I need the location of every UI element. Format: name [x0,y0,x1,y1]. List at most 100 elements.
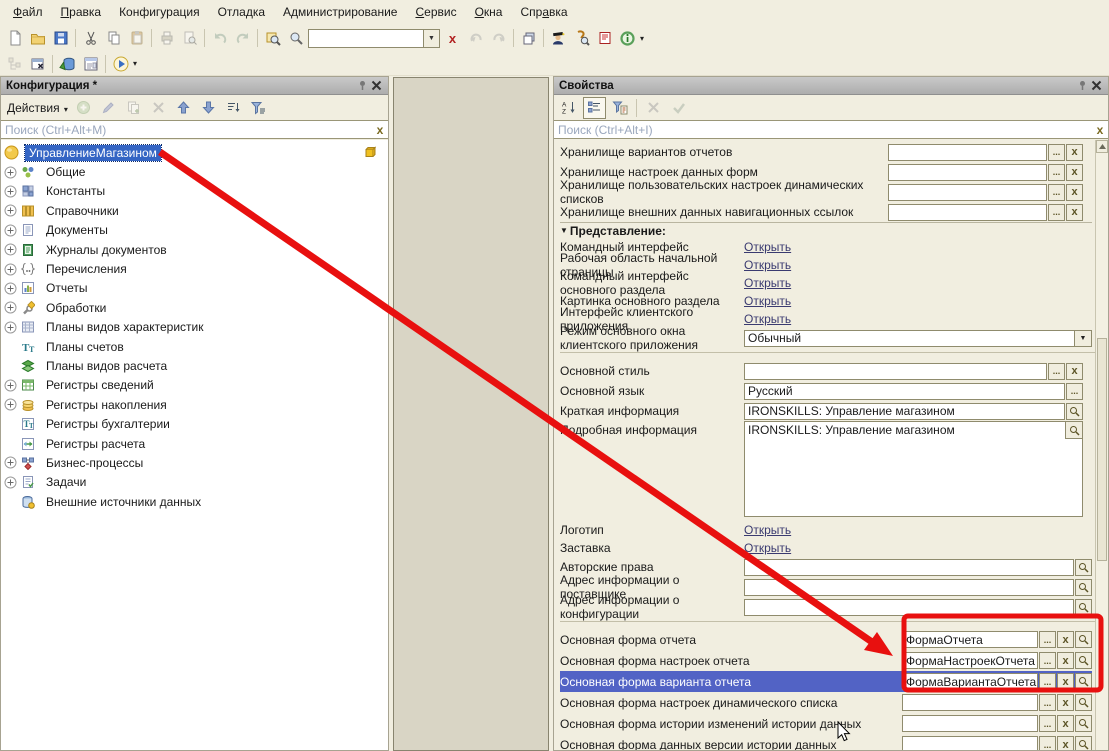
property-row-data-history-change-form[interactable]: Основная форма истории изменений истории… [560,713,1092,734]
tree-item-catalogs[interactable]: Справочники [1,201,388,220]
clear-button[interactable]: x [1066,204,1083,221]
navigate-back-icon[interactable] [464,27,487,49]
choose-button[interactable]: ... [1048,164,1065,181]
print-icon[interactable] [155,27,178,49]
magnifier-button[interactable] [1066,403,1083,420]
choose-button[interactable]: ... [1048,184,1065,201]
print-preview-icon[interactable] [178,27,201,49]
tree-item-document-journals[interactable]: Журналы документов [1,240,388,259]
properties-scrollbar[interactable] [1095,140,1108,750]
magnifier-button[interactable] [1075,694,1092,711]
search-combobox[interactable]: ▼ [308,29,440,48]
clear-button[interactable]: x [1057,694,1074,711]
tree-item-charts-of-characteristic-types[interactable]: Планы видов характеристик [1,318,388,337]
main-report-variant-form-field[interactable]: ФормаВариантаОтчета [902,673,1038,690]
main-window-mode-select[interactable]: Обычный [744,330,1075,347]
add-icon[interactable] [72,97,95,119]
menu-file[interactable]: Файл [4,2,52,22]
property-row[interactable]: Хранилище внешних данных навигационных с… [560,202,1083,222]
filter-icon[interactable] [247,97,270,119]
property-value-field[interactable] [744,363,1047,380]
property-row[interactable]: Хранилище пользовательских настроек дина… [560,182,1083,202]
global-search-icon[interactable] [261,27,284,49]
properties-filter-icon[interactable] [608,97,631,119]
tree-item-data-processors[interactable]: Обработки [1,298,388,317]
copy-icon[interactable] [102,27,125,49]
open-link[interactable]: Открыть [744,312,791,326]
dynamic-list-settings-form-field[interactable] [902,694,1038,711]
move-up-icon[interactable] [172,97,195,119]
main-report-settings-form-field[interactable]: ФормаНастроекОтчета [902,652,1038,669]
choose-button[interactable]: ... [1039,715,1056,732]
save-icon[interactable] [49,27,72,49]
clear-button[interactable]: x [1057,652,1074,669]
scroll-up-icon[interactable] [1096,140,1108,153]
window-close-icon[interactable] [26,53,49,75]
property-row[interactable]: Основной стиль ... x [560,361,1083,381]
choose-button[interactable]: ... [1048,204,1065,221]
clear-button[interactable]: x [1057,673,1074,690]
property-row[interactable]: Основной язык Русский ... [560,381,1083,401]
expand-icon[interactable] [4,379,17,392]
close-panel-icon[interactable] [369,79,383,92]
configuration-search-input[interactable] [1,123,372,137]
menu-windows[interactable]: Окна [466,2,512,22]
combo-dropdown-icon[interactable]: ▼ [423,30,439,47]
property-value-field[interactable] [888,204,1047,221]
dropdown-arrow-icon[interactable]: ▼ [1075,330,1092,347]
config-info-address-field[interactable] [744,599,1074,616]
expand-icon[interactable] [4,185,17,198]
tree-item-documents[interactable]: Документы [1,221,388,240]
detailed-information-textarea[interactable]: IRONSKILLS: Управление магазином [744,421,1083,517]
property-row[interactable]: Хранилище вариантов отчетов ... x [560,142,1083,162]
open-link[interactable]: Открыть [744,276,791,290]
property-row[interactable]: Логотип Открыть [560,521,1083,539]
property-row[interactable]: Подробная информация IRONSKILLS: Управле… [560,421,1083,521]
tree-item-common[interactable]: Общие [1,162,388,181]
expand-icon[interactable] [4,301,17,314]
property-row-data-history-version-form[interactable]: Основная форма данных версии истории дан… [560,734,1092,750]
magnifier-button[interactable] [1075,559,1092,576]
magnifier-button[interactable] [1075,631,1092,648]
pin-icon[interactable] [1075,79,1089,92]
scrollbar-thumb[interactable] [1097,338,1107,561]
expand-icon[interactable] [4,282,17,295]
start-debugging-icon[interactable] [109,53,132,75]
cut-icon[interactable] [79,27,102,49]
windows-icon[interactable] [517,27,540,49]
property-row[interactable]: Краткая информация IRONSKILLS: Управлени… [560,401,1083,421]
redo-icon[interactable] [231,27,254,49]
clear-button[interactable]: x [1066,144,1083,161]
form-wizard-icon[interactable] [79,53,102,75]
expand-icon[interactable] [4,456,17,469]
property-row-main-report-variant-form[interactable]: Основная форма варианта отчета ФормаВари… [560,671,1092,692]
choose-button[interactable]: ... [1039,631,1056,648]
new-document-icon[interactable] [3,27,26,49]
clear-properties-search-icon[interactable]: x [1092,122,1108,138]
magnifier-button[interactable] [1075,673,1092,690]
choose-button[interactable]: ... [1039,673,1056,690]
tree-item-information-registers[interactable]: Регистры сведений [1,376,388,395]
clear-button[interactable]: x [1057,736,1074,750]
open-link[interactable]: Открыть [744,523,791,537]
copyright-field[interactable] [744,559,1074,576]
data-history-version-form-field[interactable] [902,736,1038,750]
expand-icon[interactable] [4,243,17,256]
magnifier-button[interactable] [1075,579,1092,596]
property-row[interactable]: Заставка Открыть [560,539,1083,557]
configuration-assistant-icon[interactable] [547,27,570,49]
toolbar-overflow-icon[interactable]: ▾ [640,34,644,43]
menu-configuration[interactable]: Конфигурация [110,2,209,22]
property-value-field[interactable] [888,164,1047,181]
sort-alphabetical-icon[interactable]: AZ [558,97,581,119]
magnifier-button[interactable] [1075,715,1092,732]
property-row-dynamic-list-settings-form[interactable]: Основная форма настроек динамического сп… [560,692,1092,713]
choose-button[interactable]: ... [1039,736,1056,750]
expand-icon[interactable] [4,263,17,276]
property-value-field[interactable] [888,184,1047,201]
collapse-group-icon[interactable]: ▼ [560,226,568,235]
info-icon[interactable] [616,27,639,49]
find-icon[interactable] [284,27,307,49]
menu-administration[interactable]: Администрирование [274,2,406,22]
magnifier-button[interactable] [1075,736,1092,750]
